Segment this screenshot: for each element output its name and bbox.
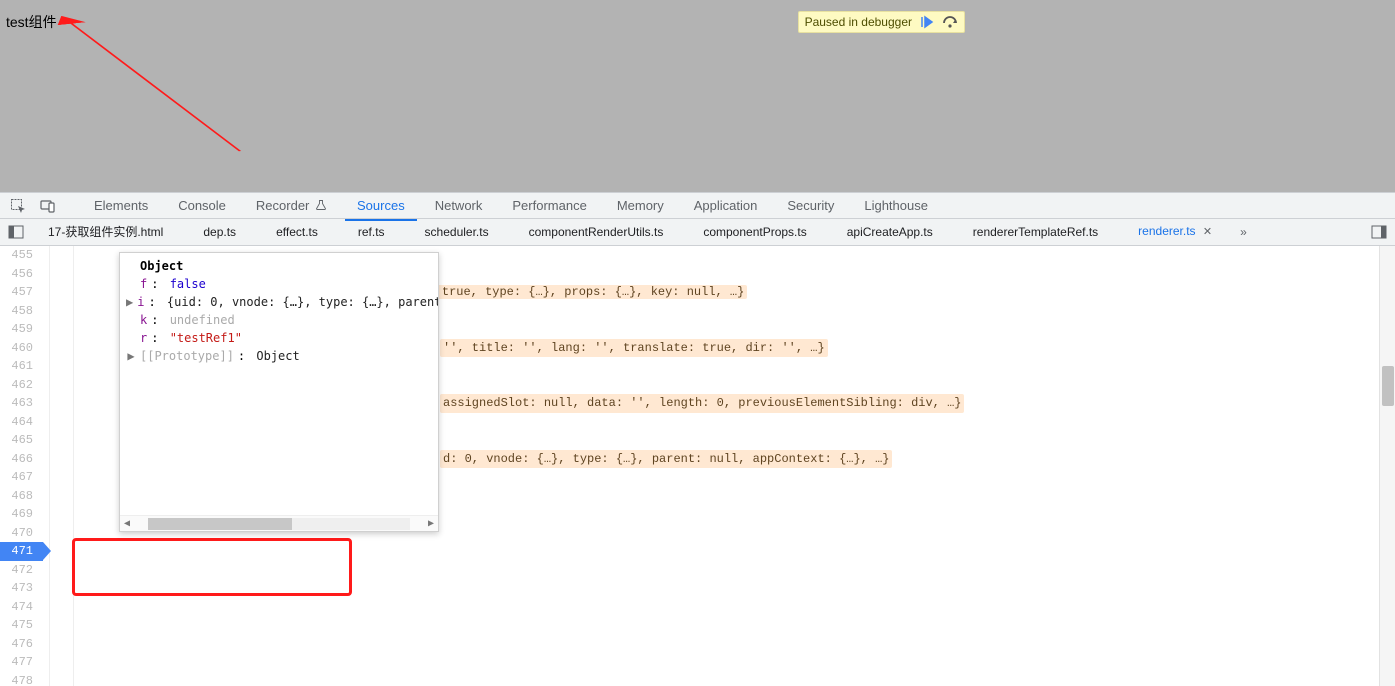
property-value: {uid: 0, vnode: {…}, type: {…}, parent <box>167 293 439 311</box>
file-tab[interactable]: effect.ts <box>256 219 338 246</box>
object-property-row[interactable]: f: false <box>126 275 432 293</box>
property-key: [[Prototype]] <box>140 347 234 365</box>
line-number[interactable]: 474 <box>0 598 43 617</box>
line-number[interactable]: 459 <box>0 320 43 339</box>
object-property-row[interactable]: r: "testRef1" <box>126 329 432 347</box>
tab-sources[interactable]: Sources <box>345 192 417 221</box>
annotation-arrow-icon <box>0 0 1395 192</box>
line-number[interactable]: 461 <box>0 357 43 376</box>
app-title: test组件 <box>6 12 57 32</box>
file-tab[interactable]: scheduler.ts <box>405 219 509 246</box>
step-over-icon[interactable] <box>942 15 958 29</box>
line-number[interactable]: 460 <box>0 339 43 358</box>
line-number[interactable]: 463 <box>0 394 43 413</box>
property-key: k <box>140 311 147 329</box>
tab-recorder[interactable]: Recorder <box>244 192 339 219</box>
inline-value-badge: '', title: '', lang: '', translate: true… <box>440 339 828 358</box>
tab-recorder-label: Recorder <box>256 198 309 213</box>
inline-value-badge: assignedSlot: null, data: '', length: 0,… <box>440 394 964 413</box>
inline-value-badge: d: 0, vnode: {…}, type: {…}, parent: nul… <box>440 450 892 469</box>
resume-icon[interactable] <box>920 15 934 29</box>
scroll-right-icon[interactable]: ▶ <box>424 515 438 533</box>
flask-icon <box>315 199 327 211</box>
inspect-element-icon[interactable] <box>6 198 30 214</box>
object-inspector-popup[interactable]: Object f: false ▶i: {uid: 0, vnode: {…},… <box>119 252 439 532</box>
tab-console[interactable]: Console <box>166 192 238 219</box>
property-value: "testRef1" <box>170 329 242 347</box>
code-line <box>74 616 1395 635</box>
debugger-paused-overlay: Paused in debugger <box>798 11 965 33</box>
line-number[interactable]: 472 <box>0 561 43 580</box>
scroll-left-icon[interactable]: ◀ <box>120 515 134 533</box>
tab-security[interactable]: Security <box>775 192 846 219</box>
property-key: i <box>137 293 144 311</box>
file-tab[interactable]: rendererTemplateRef.ts <box>953 219 1118 246</box>
line-number[interactable]: 476 <box>0 635 43 654</box>
file-tab[interactable]: ref.ts <box>338 219 405 246</box>
horizontal-scrollbar[interactable]: ◀ ▶ <box>120 515 438 531</box>
code-line <box>74 561 1395 580</box>
line-number[interactable]: 478 <box>0 672 43 686</box>
file-tab[interactable]: dep.ts <box>183 219 256 246</box>
line-number[interactable]: 470 <box>0 524 43 543</box>
paused-label: Paused in debugger <box>805 15 912 29</box>
line-number[interactable]: 469 <box>0 505 43 524</box>
property-key: r <box>140 329 147 347</box>
property-key: f <box>140 275 147 293</box>
tabs-overflow-icon[interactable]: » <box>1232 225 1255 239</box>
tab-memory[interactable]: Memory <box>605 192 676 219</box>
expand-arrow-icon[interactable] <box>126 329 136 347</box>
line-number[interactable]: 457 <box>0 283 43 302</box>
file-tab-label: renderer.ts <box>1138 224 1195 238</box>
tab-performance[interactable]: Performance <box>500 192 598 219</box>
property-value: Object <box>256 347 299 365</box>
scrollbar-thumb[interactable] <box>1382 366 1394 406</box>
object-property-row[interactable]: ▶i: {uid: 0, vnode: {…}, type: {…}, pare… <box>126 293 432 311</box>
scrollbar-thumb[interactable] <box>148 518 292 530</box>
device-toolbar-icon[interactable] <box>36 198 60 214</box>
tab-network[interactable]: Network <box>423 192 495 219</box>
line-number[interactable]: 464 <box>0 413 43 432</box>
line-number[interactable]: 455 <box>0 246 43 265</box>
expand-arrow-icon[interactable]: ▶ <box>126 293 133 311</box>
tab-application[interactable]: Application <box>682 192 770 219</box>
vertical-scrollbar[interactable] <box>1379 246 1395 686</box>
tab-lighthouse[interactable]: Lighthouse <box>852 192 940 219</box>
code-line <box>74 672 1395 686</box>
fold-gutter <box>50 246 74 686</box>
file-tab[interactable]: componentProps.ts <box>683 219 826 246</box>
navigator-toggle-icon[interactable] <box>4 224 28 240</box>
line-number[interactable]: 462 <box>0 376 43 395</box>
devtools-main-tabs: Elements Console Recorder Sources Networ… <box>0 192 1395 219</box>
file-tab[interactable]: 17-获取组件实例.html <box>28 219 183 246</box>
line-gutter: 455 456 457 458 459 460 461 462 463 464 … <box>0 246 50 686</box>
line-number[interactable]: 466 <box>0 450 43 469</box>
expand-arrow-icon[interactable] <box>126 311 136 329</box>
tab-elements[interactable]: Elements <box>82 192 160 219</box>
source-file-tabs: 17-获取组件实例.html dep.ts effect.ts ref.ts s… <box>0 219 1395 246</box>
line-number[interactable]: 468 <box>0 487 43 506</box>
property-value: false <box>170 275 206 293</box>
property-value: undefined <box>170 311 235 329</box>
line-number[interactable]: 473 <box>0 579 43 598</box>
expand-arrow-icon[interactable] <box>126 275 136 293</box>
object-property-row[interactable]: ▶[[Prototype]]: Object <box>126 347 432 365</box>
line-number[interactable]: 456 <box>0 265 43 284</box>
line-number[interactable]: 458 <box>0 302 43 321</box>
scrollbar-track[interactable] <box>148 518 410 530</box>
object-property-row[interactable]: k: undefined <box>126 311 432 329</box>
expand-arrow-icon[interactable]: ▶ <box>126 347 136 365</box>
debugger-pane-toggle-icon[interactable] <box>1371 224 1387 240</box>
line-number[interactable]: 477 <box>0 653 43 672</box>
file-tab-active[interactable]: renderer.ts ✕ <box>1118 218 1232 248</box>
line-number[interactable]: 475 <box>0 616 43 635</box>
line-number[interactable]: 467 <box>0 468 43 487</box>
line-number-current[interactable]: 471 <box>0 542 43 561</box>
object-header: Object <box>126 257 432 275</box>
file-tab[interactable]: componentRenderUtils.ts <box>509 219 684 246</box>
file-tab[interactable]: apiCreateApp.ts <box>827 219 953 246</box>
app-viewport: test组件 Paused in debugger <box>0 0 1395 192</box>
close-icon[interactable]: ✕ <box>1203 226 1212 238</box>
line-number[interactable]: 465 <box>0 431 43 450</box>
